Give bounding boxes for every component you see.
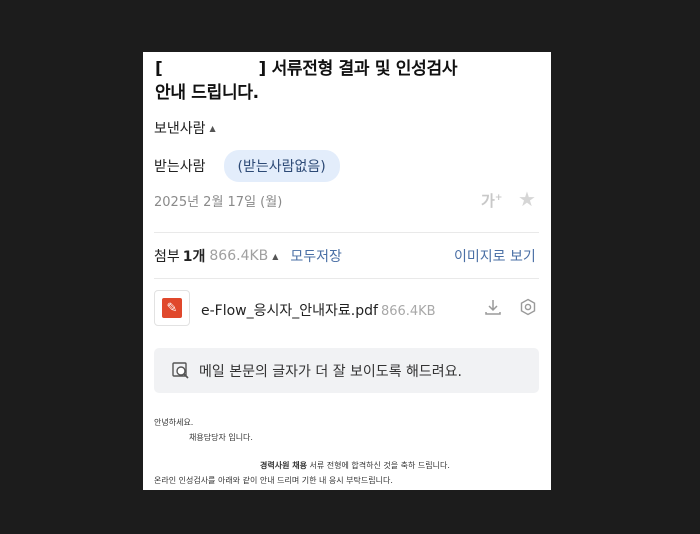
caret-up-icon: ▲ [209,124,216,133]
recipient-chip[interactable]: (받는사람없음) [223,150,340,182]
readability-banner[interactable]: 메일 본문의 글자가 더 잘 보이도록 해드려요. [154,348,539,393]
sender-label: 보낸사람 [154,121,206,137]
attachment-label: 첨부 [154,249,180,265]
virus-scan-icon[interactable] [519,298,537,320]
mail-view: [] 서류전형 결과 및 인성검사 안내 드립니다. 보낸사람 ▲ 받는사람 (받… [143,52,551,490]
body-bold-text: 경력사원 채용 [260,461,307,470]
sender-toggle[interactable]: 보낸사람 ▲ [154,118,216,138]
attachment-count: 1개 [182,249,206,265]
subject-text-line2: 안내 드립니다. [155,83,259,103]
attachment-file[interactable]: e-Flow_응시자_안내자료.pdf 866.4KB [201,300,436,320]
attachment-file-size: 866.4KB [380,304,436,319]
view-as-image-button[interactable]: 이미지로 보기 [454,246,536,266]
download-icon[interactable] [484,298,502,320]
magnifier-icon [171,361,191,381]
body-line: 안녕하세요. [154,418,194,427]
body-text: 서류 전형에 합격하신 것을 축하 드립니다. [306,461,450,470]
save-all-button[interactable]: 모두저장 [290,246,342,266]
mail-subject: [ ] 서류전형 결과 및 인성검사 안내 드립니다. [155,57,535,105]
attachment-file-name: e-Flow_응시자_안내자료.pdf [201,303,378,319]
body-line: 온라인 인성검사를 아래와 같이 안내 드리며 기한 내 응시 부탁드립니다. [154,476,393,485]
pdf-icon: ✎ [154,290,190,326]
recipient-row: 받는사람 (받는사람없음) [154,150,340,182]
body-line: 경력사원 채용 서류 전형에 합격하신 것을 축하 드립니다. [260,460,450,471]
readability-text: 메일 본문의 글자가 더 잘 보이도록 해드려요. [199,363,462,380]
attachment-total-size: 866.4KB [209,248,269,264]
star-icon[interactable]: ★ [518,187,536,211]
body-line: 채용담당자 입니다. [189,433,253,442]
caret-up-icon[interactable]: ▲ [272,252,278,261]
recipient-label: 받는사람 [154,159,206,175]
subject-text: ] 서류전형 결과 및 인성검사 [258,59,458,79]
font-size-icon[interactable]: 가+ [481,190,502,211]
mail-date: 2025년 2월 17일 (월) [154,195,283,210]
divider [154,232,539,233]
attachment-summary: 첨부 1개 866.4KB ▲ 모두저장 [154,246,342,266]
font-size-glyph: 가 [481,192,495,210]
divider [154,278,539,279]
subject-bracket: [ [155,59,163,79]
